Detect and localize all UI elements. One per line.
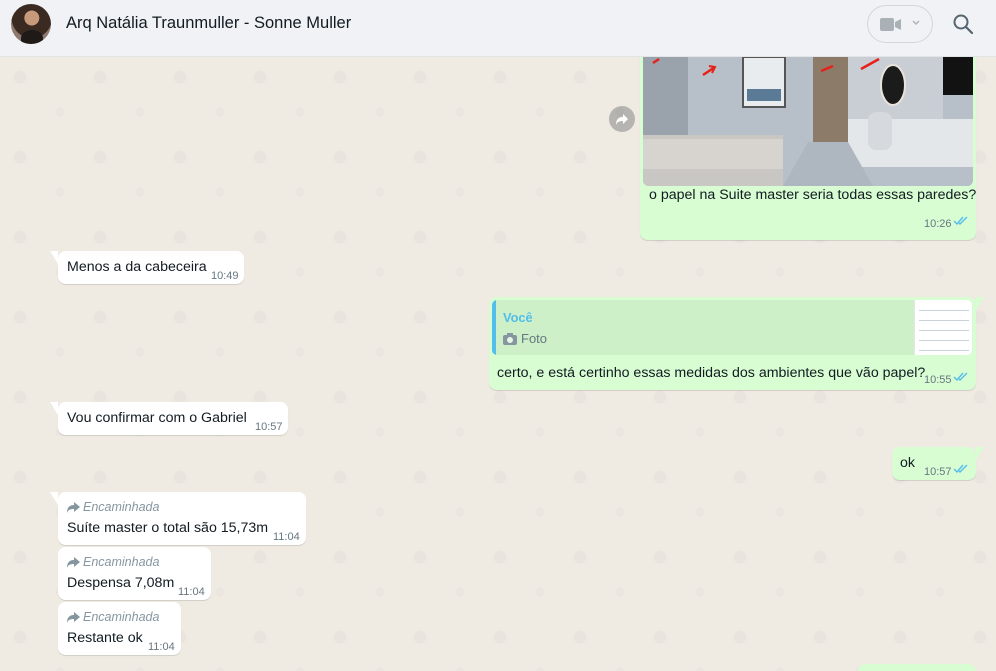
message-bubble-incoming-forwarded[interactable]: Encaminhada Restante ok 11:04 xyxy=(58,602,181,655)
bedroom-image xyxy=(643,57,973,186)
forwarded-text: Encaminhada xyxy=(83,610,160,624)
message-time: 10:55 xyxy=(924,374,952,386)
search-icon xyxy=(953,14,974,35)
read-ticks-icon xyxy=(953,372,968,382)
message-time: 10:26 xyxy=(924,218,952,230)
message-bubble-outgoing-partial[interactable] xyxy=(858,664,976,671)
video-camera-icon xyxy=(880,18,901,31)
message-bubble-incoming-forwarded[interactable]: Encaminhada Suíte master o total são 15,… xyxy=(50,492,306,545)
message-time: 11:04 xyxy=(178,586,205,598)
forwarded-text: Encaminhada xyxy=(83,555,160,569)
message-bubble-outgoing[interactable]: ok 10:57 xyxy=(892,447,984,480)
read-ticks-icon xyxy=(953,216,968,226)
quote-text-row: Foto xyxy=(503,329,547,348)
message-text: Restante ok xyxy=(67,630,143,646)
message-time: 11:04 xyxy=(273,531,300,543)
message-bubble-incoming-forwarded[interactable]: Encaminhada Despensa 7,08m 11:04 xyxy=(58,547,211,600)
forwarded-arrow-icon xyxy=(67,502,80,513)
read-ticks-icon xyxy=(953,464,968,474)
message-text: Suíte master o total são 15,73m xyxy=(67,520,269,536)
message-text: ok xyxy=(900,455,915,471)
message-time: 10:57 xyxy=(255,421,283,433)
message-bubble-incoming[interactable]: Menos a da cabeceira 10:49 xyxy=(50,251,244,284)
quoted-message[interactable]: Você Foto xyxy=(492,300,972,355)
forwarded-label: Encaminhada xyxy=(67,608,159,627)
forwarded-arrow-icon xyxy=(67,557,80,568)
forwarded-label: Encaminhada xyxy=(67,498,159,517)
contact-avatar[interactable] xyxy=(11,4,51,44)
video-call-button[interactable] xyxy=(867,5,933,43)
message-bubble-outgoing[interactable]: o papel na Suite master seria todas essa… xyxy=(640,57,976,240)
message-bubble-incoming[interactable]: Vou confirmar com o Gabriel 10:57 xyxy=(50,402,288,435)
message-time: 10:49 xyxy=(211,270,239,282)
camera-icon xyxy=(503,333,517,345)
chevron-down-icon xyxy=(912,20,920,25)
message-text: Despensa 7,08m xyxy=(67,575,175,591)
message-bubble-outgoing-reply[interactable]: Você Foto certo, e está certinho essas m… xyxy=(489,297,984,390)
quote-thumbnail xyxy=(914,300,972,355)
search-button[interactable] xyxy=(952,13,974,35)
quote-accent-bar xyxy=(492,300,496,355)
forward-message-button[interactable] xyxy=(609,106,635,132)
message-text: Vou confirmar com o Gabriel xyxy=(67,410,247,426)
contact-name[interactable]: Arq Natália Traunmuller - Sonne Muller xyxy=(66,14,351,33)
message-time: 10:57 xyxy=(924,466,952,478)
quote-text: Foto xyxy=(521,331,548,346)
forward-arrow-icon xyxy=(616,114,628,125)
image-caption: o papel na Suite master seria todas essa… xyxy=(649,187,977,203)
bedroom-photo[interactable] xyxy=(643,57,973,186)
quote-author: Você xyxy=(503,310,533,325)
forwarded-label: Encaminhada xyxy=(67,553,159,572)
forwarded-text: Encaminhada xyxy=(83,500,160,514)
forwarded-arrow-icon xyxy=(67,612,80,623)
message-time: 11:04 xyxy=(148,641,175,653)
message-text: Menos a da cabeceira xyxy=(67,259,207,275)
chat-header: Arq Natália Traunmuller - Sonne Muller xyxy=(0,0,996,57)
message-text: certo, e está certinho essas medidas dos… xyxy=(497,365,926,381)
chat-messages-area[interactable]: o papel na Suite master seria todas essa… xyxy=(0,57,996,671)
